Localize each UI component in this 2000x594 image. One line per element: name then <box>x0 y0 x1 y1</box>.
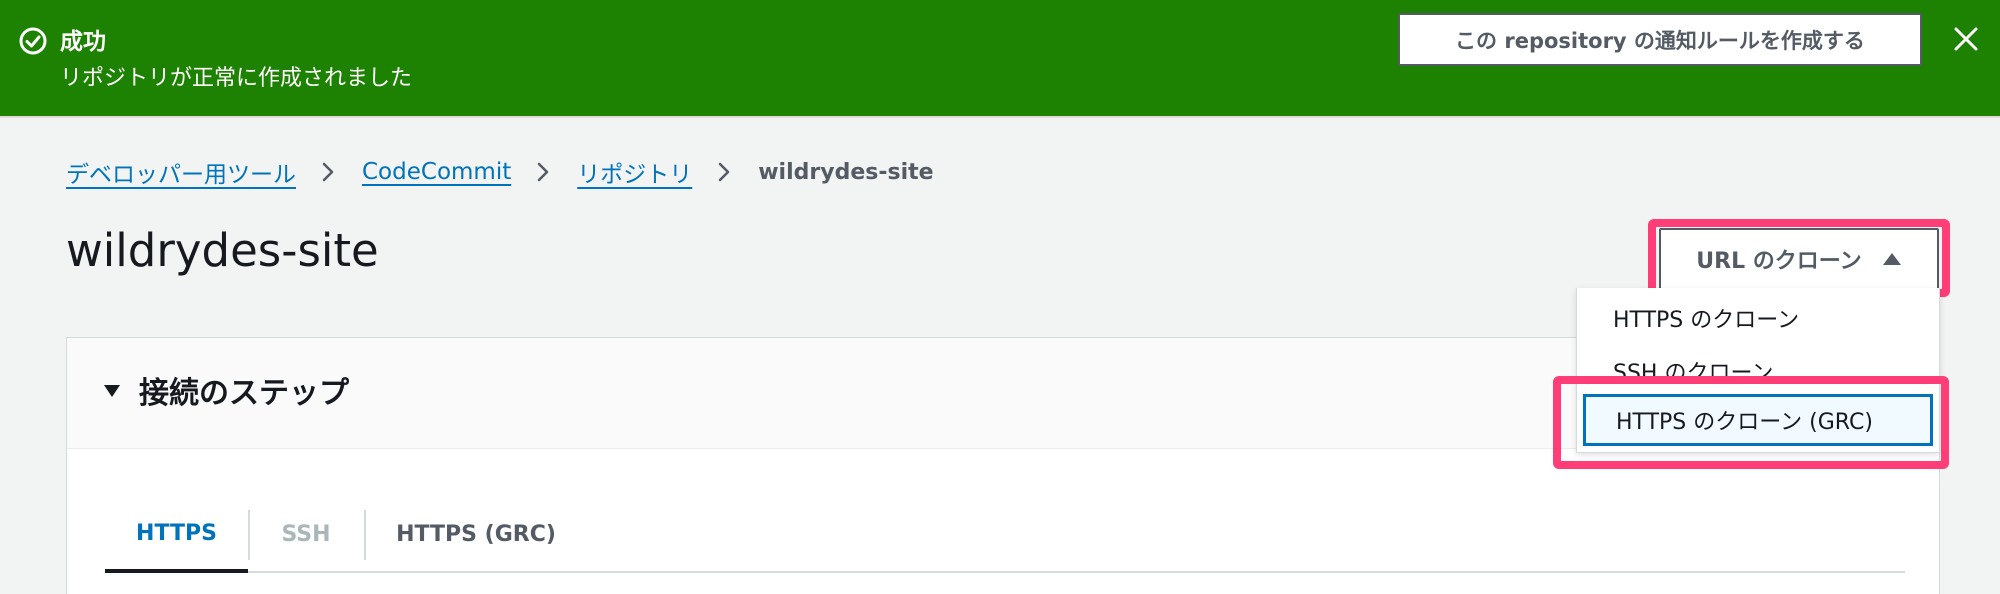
chevron-right-icon <box>718 162 730 182</box>
chevron-right-icon <box>537 162 549 182</box>
breadcrumb-codecommit-link[interactable]: CodeCommit <box>362 159 511 185</box>
breadcrumb-repositories-link[interactable]: リポジトリ <box>577 155 692 189</box>
page-title: wildrydes-site <box>66 224 379 277</box>
menu-item-https-grc-clone[interactable]: HTTPS のクローン (GRC) <box>1583 394 1933 446</box>
tab-https-grc[interactable]: HTTPS (GRC) <box>364 498 588 571</box>
tab-ssh[interactable]: SSH <box>248 498 364 571</box>
banner-title: 成功 <box>60 29 106 55</box>
caret-down-icon[interactable] <box>103 383 121 399</box>
panel-title: 接続のステップ <box>139 376 349 411</box>
clone-url-button-label: URL のクローン <box>1696 249 1862 274</box>
caret-up-icon <box>1882 253 1901 265</box>
banner-message: リポジトリが正常に作成されました <box>60 66 413 91</box>
breadcrumb-current: wildrydes-site <box>758 159 934 185</box>
success-banner: 成功 リポジトリが正常に作成されました この repository の通知ルール… <box>0 0 2000 118</box>
tab-https[interactable]: HTTPS <box>105 498 248 573</box>
clone-url-menu: HTTPS のクローン SSH のクローン HTTPS のクローン (GRC) <box>1576 288 1940 453</box>
menu-item-ssh-clone[interactable]: SSH のクローン <box>1613 355 1773 387</box>
breadcrumb: デベロッパー用ツール CodeCommit リポジトリ wildrydes-si… <box>66 154 934 190</box>
breadcrumb-developer-tools-link[interactable]: デベロッパー用ツール <box>66 155 296 189</box>
create-notification-rule-button[interactable]: この repository の通知ルールを作成する <box>1398 13 1922 66</box>
clone-url-button[interactable]: URL のクローン <box>1659 228 1939 290</box>
close-icon[interactable] <box>1951 24 1981 54</box>
chevron-right-icon <box>322 162 334 182</box>
menu-item-https-clone[interactable]: HTTPS のクローン <box>1613 302 1799 334</box>
check-circle-icon <box>19 27 47 55</box>
protocol-tabs: HTTPS SSH HTTPS (GRC) <box>105 498 1905 573</box>
